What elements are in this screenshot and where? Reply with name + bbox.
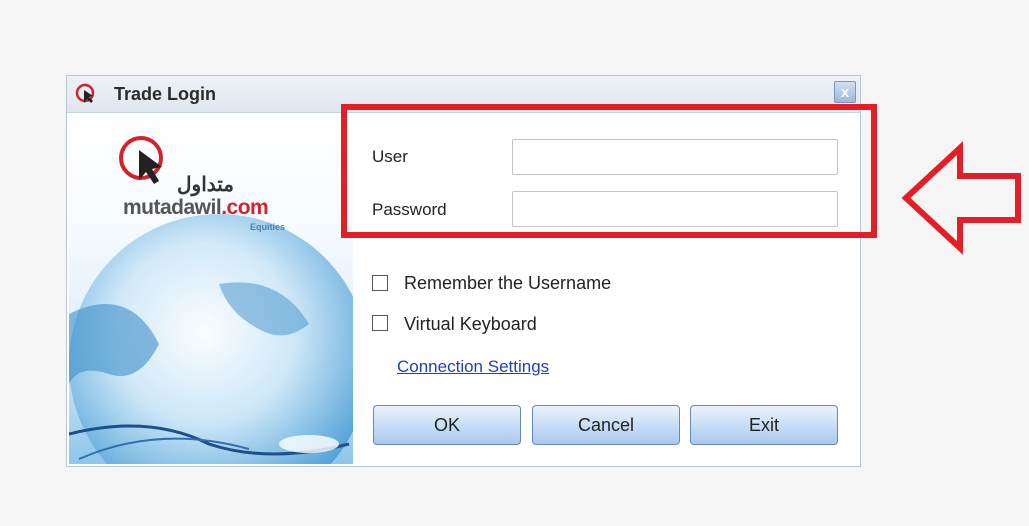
user-label: User (372, 147, 408, 166)
user-input[interactable] (512, 139, 838, 175)
brand-logo-icon (119, 136, 163, 184)
brand-subtitle: Equities (250, 222, 286, 232)
globe-illustration (69, 214, 353, 464)
close-icon: x (840, 84, 850, 101)
close-button[interactable]: x (834, 81, 856, 103)
branding-panel: متداول mutadawil.com Equities (69, 114, 353, 464)
app-logo-icon (75, 83, 95, 103)
window-title: Trade Login (114, 84, 217, 104)
ok-button[interactable]: OK (373, 405, 521, 445)
exit-button[interactable]: Exit (690, 405, 838, 445)
remember-username-label[interactable]: Remember the Username (404, 273, 611, 294)
remember-username-checkbox[interactable] (372, 275, 388, 291)
virtual-keyboard-checkbox[interactable] (372, 315, 388, 331)
virtual-keyboard-label[interactable]: Virtual Keyboard (404, 314, 537, 335)
cancel-button[interactable]: Cancel (532, 405, 680, 445)
connection-settings-link[interactable]: Connection Settings (397, 357, 549, 377)
brand-wordmark: mutadawil.com (123, 196, 269, 220)
brand-domain: .com (221, 196, 269, 219)
password-input[interactable] (512, 191, 838, 227)
left-arrow-icon (901, 141, 1021, 255)
brand-arabic-name: متداول (177, 174, 234, 196)
password-label: Password (372, 200, 447, 219)
brand-name: mutadawil (123, 196, 222, 219)
